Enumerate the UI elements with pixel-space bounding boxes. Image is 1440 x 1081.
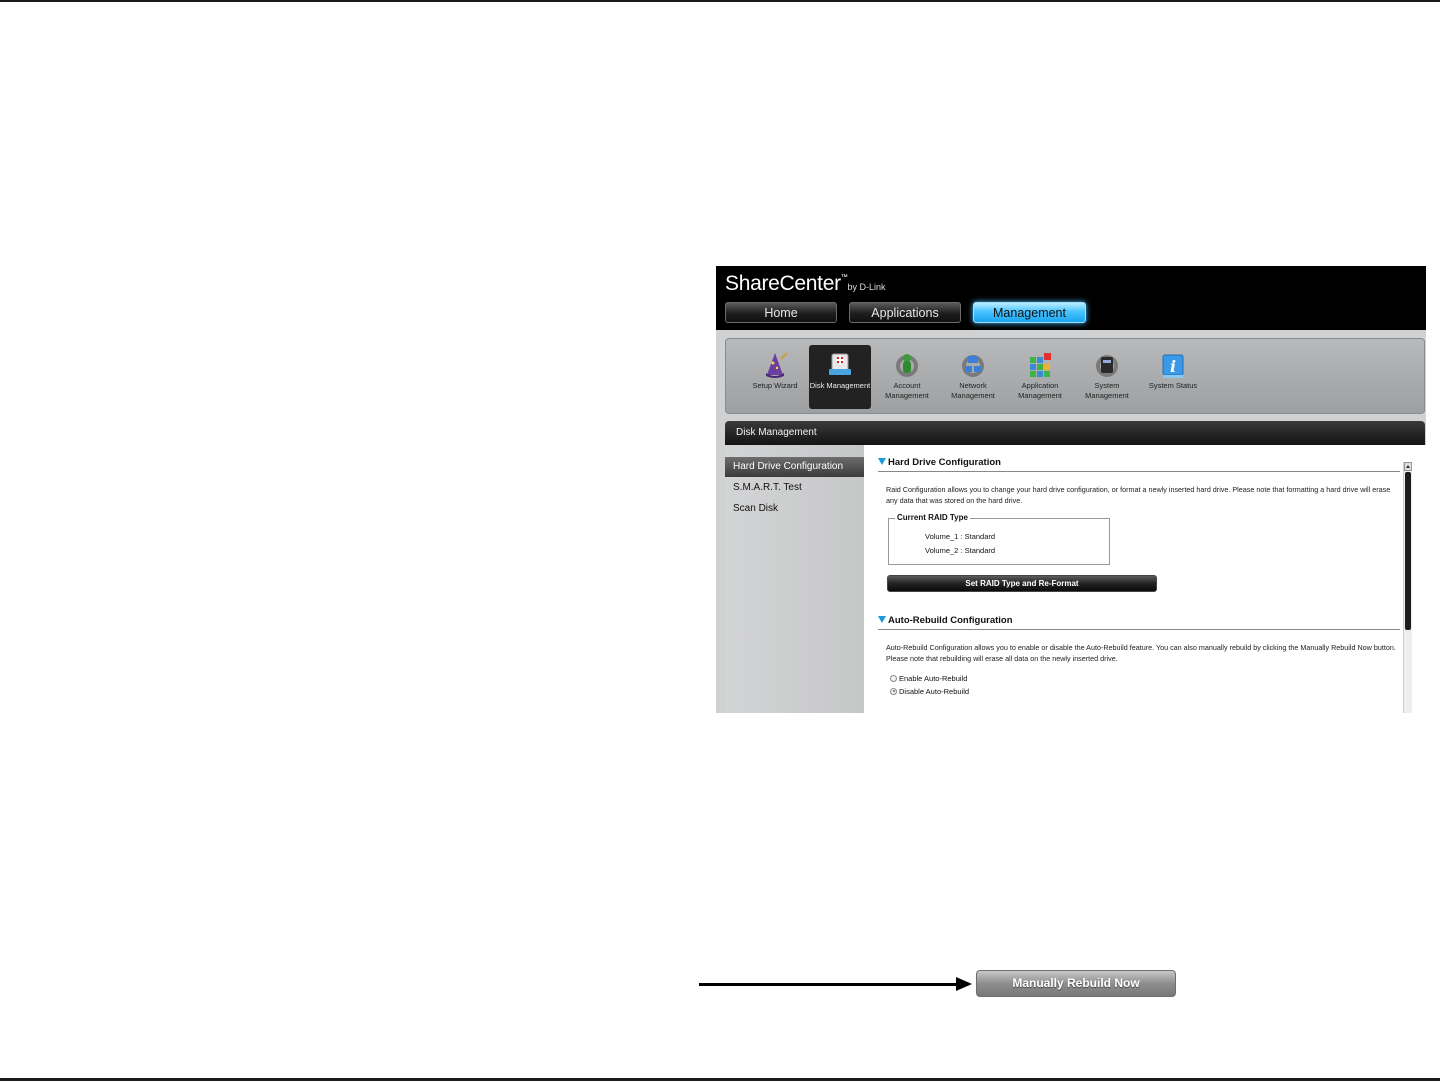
expand-triangle-icon[interactable] (878, 457, 886, 465)
expand-triangle-icon[interactable] (878, 615, 886, 623)
tool-application-management[interactable]: Application Management (1009, 345, 1071, 409)
account-icon (896, 354, 918, 377)
auto-rebuild-description: Auto-Rebuild Configuration allows you to… (886, 643, 1396, 663)
sidebar-item-smart-test[interactable]: S.M.A.R.T. Test (725, 478, 864, 498)
tool-label: System Status (1148, 381, 1198, 390)
scroll-thumb[interactable] (1405, 472, 1411, 630)
tool-network-management[interactable]: Network Management (942, 345, 1004, 409)
main-content: Hard Drive Configuration Raid Configurat… (864, 445, 1426, 713)
callout-arrow-line (699, 983, 961, 986)
tool-label: Application Management (1018, 381, 1062, 400)
tool-system-status[interactable]: i System Status (1142, 345, 1204, 409)
sharecenter-screenshot: ShareCenter™by D-Link Home Applications … (716, 266, 1426, 713)
hard-drive-configuration-heading: Hard Drive Configuration (878, 457, 1001, 468)
tab-management[interactable]: Management (973, 302, 1086, 323)
auto-rebuild-heading: Auto-Rebuild Configuration (878, 615, 1013, 626)
tool-system-management[interactable]: System Management (1076, 345, 1138, 409)
enable-auto-rebuild-option[interactable]: Enable Auto-Rebuild (890, 674, 967, 683)
radio-button[interactable] (890, 674, 897, 682)
sidebar-item-scan-disk[interactable]: Scan Disk (725, 499, 864, 519)
arrow-right-icon (956, 977, 972, 991)
content-scrollbar[interactable] (1403, 462, 1412, 713)
application-icon (1030, 353, 1051, 377)
tool-label: Setup Wizard (752, 381, 798, 390)
volume-2-status: Volume_2 : Standard (925, 546, 996, 555)
tool-label: Account Management (885, 381, 929, 400)
section-divider (878, 629, 1400, 630)
tool-label: Disk Management (809, 381, 871, 390)
top-rule (0, 0, 1440, 2)
info-icon: i (1162, 354, 1184, 378)
disable-auto-rebuild-option[interactable]: Disable Auto-Rebuild (890, 687, 969, 696)
sidebar-item-hard-drive-configuration[interactable]: Hard Drive Configuration (725, 457, 864, 477)
tool-account-management[interactable]: Account Management (876, 345, 938, 409)
scroll-up-arrow-icon[interactable] (1404, 462, 1412, 471)
tool-setup-wizard[interactable]: Setup Wizard (744, 345, 806, 409)
svg-text:i: i (1170, 357, 1176, 376)
panel-title: Disk Management (725, 421, 1425, 445)
tab-applications[interactable]: Applications (849, 302, 961, 323)
system-icon (1096, 355, 1118, 377)
tool-disk-management[interactable]: Disk Management (809, 345, 871, 409)
management-toolbar: Setup Wizard Disk Management Account Man… (725, 338, 1425, 414)
radio-button-selected[interactable] (890, 687, 897, 695)
current-raid-type-box: Current RAID Type Volume_1 : Standard Vo… (888, 513, 1110, 565)
manually-rebuild-now-button[interactable]: Manually Rebuild Now (976, 970, 1176, 997)
set-raid-type-button[interactable]: Set RAID Type and Re-Format (887, 575, 1157, 592)
wizard-icon (766, 352, 788, 378)
hard-drive-description: Raid Configuration allows you to change … (886, 485, 1391, 505)
network-icon (962, 355, 984, 377)
sidebar: Hard Drive Configuration S.M.A.R.T. Test… (725, 445, 864, 713)
volume-1-status: Volume_1 : Standard (925, 532, 996, 541)
top-bar: ShareCenter™by D-Link Home Applications … (716, 266, 1426, 330)
disk-icon (829, 353, 851, 375)
raid-legend: Current RAID Type (895, 513, 970, 522)
brand-logo: ShareCenter™by D-Link (725, 272, 886, 295)
tab-home[interactable]: Home (725, 302, 837, 323)
tool-label: Network Management (951, 381, 995, 400)
tool-label: System Management (1085, 381, 1129, 400)
section-divider (878, 471, 1400, 472)
